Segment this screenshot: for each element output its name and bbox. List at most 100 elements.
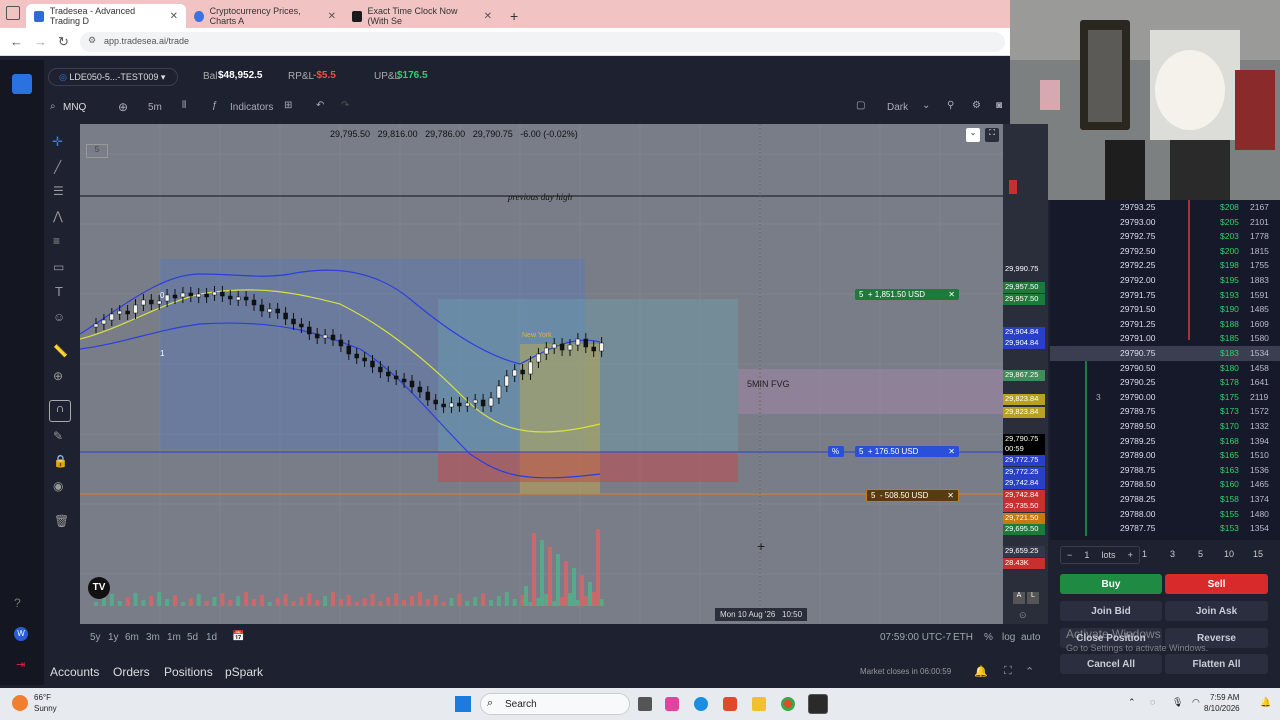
tab-menu-icon[interactable] [6, 6, 20, 20]
taskbar-search[interactable]: ⌕ Search [480, 693, 630, 715]
close-tab-icon[interactable]: ✕ [328, 11, 336, 22]
browser-tab-crypto[interactable]: Cryptocurrency Prices, Charts A ✕ [186, 4, 344, 28]
quantity-stepper[interactable]: − 1 lots + [1060, 546, 1140, 564]
symbol-selector[interactable]: MNQ [63, 102, 86, 113]
calendar-icon[interactable]: 📅 [232, 631, 244, 642]
file-explorer-icon[interactable] [752, 697, 766, 711]
draw-mode-icon[interactable]: ✎ [53, 429, 63, 443]
join-bid-button[interactable]: Join Bid [1060, 601, 1162, 621]
mic-icon[interactable]: 🎙 [1172, 697, 1183, 708]
ladder-row[interactable]: 29790.50 $180 1458 [1050, 361, 1280, 376]
ladder-row[interactable]: 29793.00 $205 2101 [1050, 215, 1280, 230]
timeframe-6m[interactable]: 6m [125, 632, 139, 643]
redo-icon[interactable]: ↷ [341, 100, 349, 111]
eye-icon[interactable]: ◉ [53, 479, 63, 493]
take-profit-order[interactable]: 5 + 1,851.50 USD ✕ [855, 289, 959, 300]
emoji-tool-icon[interactable]: ☺ [53, 310, 65, 324]
camera-icon[interactable]: ◙ [996, 100, 1002, 111]
tradesea-logo-icon[interactable] [12, 74, 32, 94]
text-tool-icon[interactable]: T [55, 284, 63, 299]
magnet-tool-icon[interactable]: ∩ [49, 400, 71, 422]
log-scale-button[interactable]: L [1027, 592, 1039, 604]
layout-square-icon[interactable]: ▢ [856, 100, 865, 111]
ruler-tool-icon[interactable]: 📏 [53, 344, 68, 358]
log-scale-toggle[interactable]: log [1002, 632, 1015, 643]
expand-icon[interactable]: ⛶ [1004, 665, 1012, 678]
fullscreen-icon[interactable]: ⛶ [985, 128, 999, 142]
help-icon[interactable]: ? [14, 596, 21, 610]
preset-1[interactable]: 1 [1142, 549, 1147, 559]
position-percent-tag[interactable]: % [828, 446, 844, 457]
pattern-tool-icon[interactable]: ⋀ [53, 209, 63, 223]
ladder-row[interactable]: 29789.50 $170 1332 [1050, 419, 1280, 434]
timeframe-5d[interactable]: 5d [187, 632, 198, 643]
chrome-icon[interactable] [781, 697, 795, 711]
lock-icon[interactable]: 🔒 [53, 454, 68, 468]
network-icon[interactable]: ◌ [1150, 697, 1155, 707]
timeframe-1m[interactable]: 1m [167, 632, 181, 643]
preset-5[interactable]: 5 [1198, 549, 1203, 559]
ladder-row[interactable]: 29792.75 $203 1778 [1050, 229, 1280, 244]
position-order[interactable]: 5 + 176.50 USD ✕ [855, 446, 959, 457]
axis-settings-icon[interactable]: ⊙ [1019, 610, 1027, 621]
terminal-app-icon[interactable] [808, 694, 828, 714]
ladder-row[interactable]: 29792.25 $198 1755 [1050, 258, 1280, 273]
stop-loss-order[interactable]: 5 - 508.50 USD ✕ [866, 489, 959, 502]
close-order-icon[interactable]: ✕ [947, 491, 954, 500]
ladder-row[interactable]: 29790.00 $175 2119 [1050, 390, 1280, 405]
auto-scale-button[interactable]: A [1013, 592, 1025, 604]
notification-icon[interactable]: 🔔 [974, 665, 988, 678]
close-position-icon[interactable]: ✕ [948, 447, 955, 456]
ladder-row[interactable]: 29789.75 $173 1572 [1050, 404, 1280, 419]
add-symbol-icon[interactable]: ⊕ [118, 100, 128, 114]
ladder-row[interactable]: 29788.00 $155 1480 [1050, 507, 1280, 522]
weather-icon[interactable] [12, 695, 28, 711]
chart-dropdown-icon[interactable]: ⌄ [966, 128, 980, 142]
task-view-icon[interactable] [638, 697, 652, 711]
edge-icon[interactable] [694, 697, 708, 711]
app-icon[interactable] [665, 697, 679, 711]
theme-selector[interactable]: Dark [887, 102, 908, 113]
settings-icon[interactable]: ⚙ [972, 100, 981, 111]
zoom-tool-icon[interactable]: ⊕ [53, 369, 63, 383]
ladder-row[interactable]: 29793.25 $208 2167 [1050, 200, 1280, 215]
tray-chevron-icon[interactable]: ⌃ [1128, 697, 1136, 708]
trash-icon[interactable]: 🗑 [54, 514, 69, 528]
browser-tab-tradesea[interactable]: Tradesea - Advanced Trading D ✕ [26, 4, 186, 28]
new-tab-button[interactable]: + [502, 4, 526, 28]
tab-positions[interactable]: Positions [164, 665, 213, 679]
preset-10[interactable]: 10 [1224, 549, 1234, 559]
chevron-icon[interactable]: ⌃ [1025, 665, 1034, 678]
ladder-row[interactable]: 29787.75 $153 1354 [1050, 521, 1280, 536]
close-position-button[interactable]: Close Position [1060, 628, 1162, 648]
ladder-row[interactable]: 29791.00 $185 1580 [1050, 331, 1280, 346]
channel-tool-icon[interactable]: ≡ [53, 234, 60, 248]
tradingview-logo-icon[interactable]: TV [88, 577, 110, 599]
auto-scale-toggle[interactable]: auto [1021, 632, 1040, 643]
logout-icon[interactable]: ⇥ [16, 658, 25, 671]
preset-15[interactable]: 15 [1253, 549, 1263, 559]
wifi-icon[interactable]: ◠ [1192, 697, 1200, 708]
buy-button[interactable]: Buy [1060, 574, 1162, 594]
copilot-icon[interactable] [723, 697, 737, 711]
interval-selector[interactable]: 5m [148, 102, 162, 113]
url-field[interactable]: ⚙ app.tradesea.ai/trade [80, 32, 1005, 52]
account-selector[interactable]: ◎ LDE050-5...-TEST009 ▾ [48, 68, 178, 86]
qty-plus-button[interactable]: + [1128, 550, 1133, 560]
reload-icon[interactable]: ↻ [58, 34, 69, 50]
candle-type-icon[interactable]: ⫴ [182, 100, 186, 111]
theme-dropdown-icon[interactable]: ⌄ [922, 100, 930, 111]
session-toggle[interactable]: ETH [953, 632, 973, 643]
ladder-row[interactable]: 29788.50 $160 1465 [1050, 477, 1280, 492]
forward-icon[interactable]: → [34, 34, 47, 49]
reverse-button[interactable]: Reverse [1165, 628, 1268, 648]
tab-orders[interactable]: Orders [113, 665, 150, 679]
trendline-tool-icon[interactable]: ╱ [54, 160, 61, 174]
w-badge-icon[interactable]: W [14, 627, 28, 641]
site-info-icon[interactable]: ⚙ [88, 35, 96, 46]
sell-button[interactable]: Sell [1165, 574, 1268, 594]
tab-accounts[interactable]: Accounts [50, 665, 99, 679]
crosshair-tool-icon[interactable]: ✛ [52, 134, 63, 150]
ladder-row[interactable]: 29790.75 $183 1534 [1050, 346, 1280, 361]
chart-canvas[interactable]: previous day high New York 5MIN FVG 0 1 … [80, 124, 1005, 624]
